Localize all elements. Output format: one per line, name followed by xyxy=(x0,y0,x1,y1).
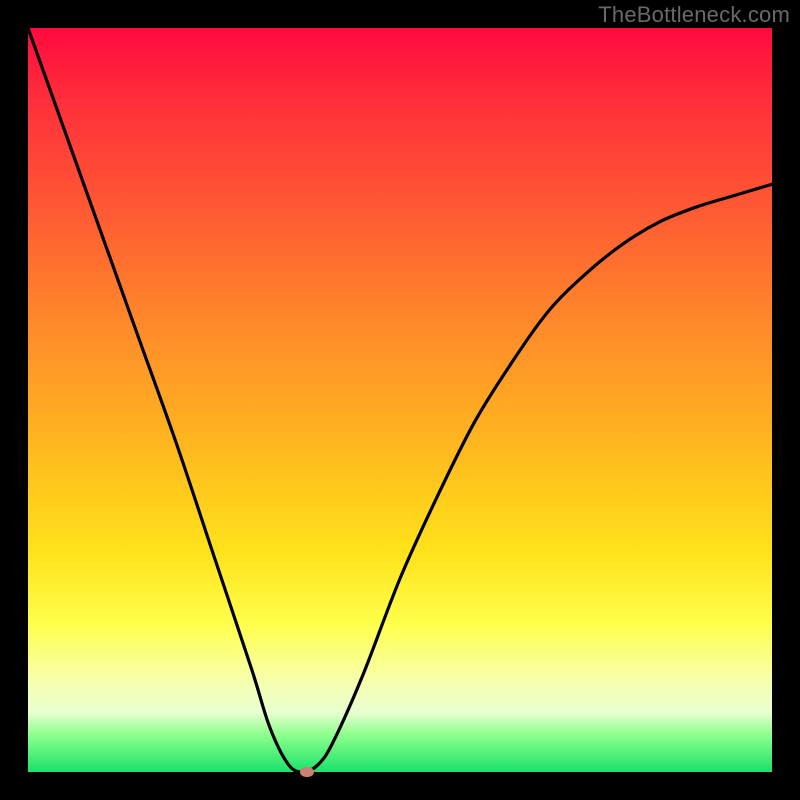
bottleneck-curve xyxy=(28,28,772,772)
chart-frame: TheBottleneck.com xyxy=(0,0,800,800)
watermark-text: TheBottleneck.com xyxy=(598,2,790,28)
minimum-marker xyxy=(300,767,314,777)
plot-area xyxy=(28,28,772,772)
